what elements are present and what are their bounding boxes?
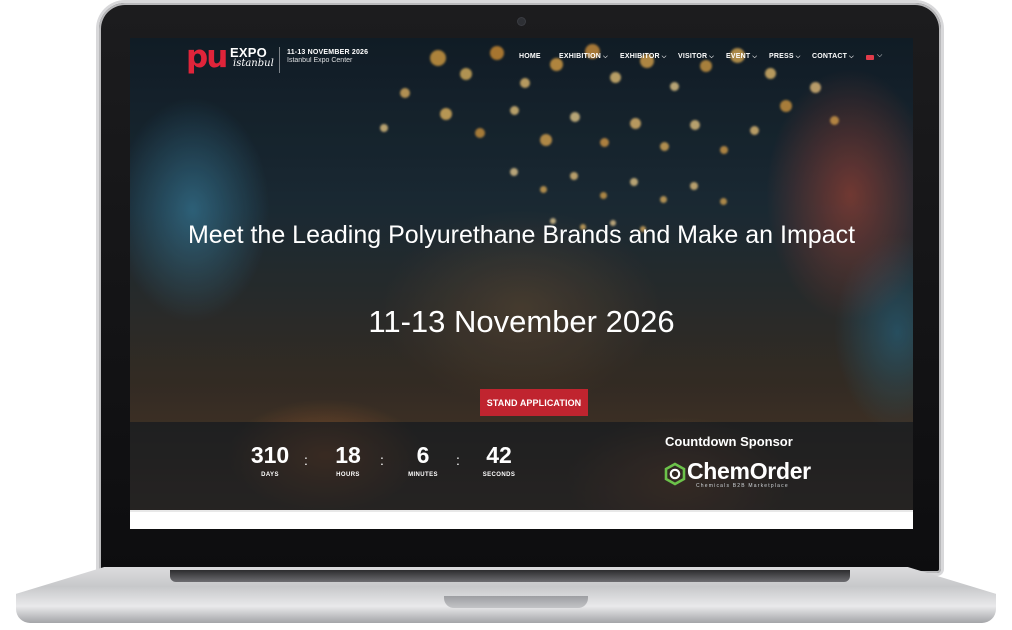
nav-press[interactable]: PRESS ⌵ [769,53,800,61]
flag-icon[interactable] [866,55,874,60]
countdown-days-label: DAYS [261,472,279,478]
countdown-separator: : [456,452,460,468]
nav-home[interactable]: HOME [519,53,541,60]
nav-contact[interactable]: CONTACT ⌵ [812,53,854,61]
countdown-minutes-label: MINUTES [408,472,438,478]
page-content-strip [130,510,913,529]
nav-press-label: PRESS [769,53,794,60]
nav-event-label: EVENT [726,53,751,60]
chevron-down-icon: ⌵ [709,54,715,60]
top-navigation: pu EXPO istanbul 11-13 NOVEMBER 2026 Ist… [130,38,913,78]
countdown-seconds-value: 42 [486,442,512,468]
browser-screen: pu EXPO istanbul 11-13 NOVEMBER 2026 Ist… [130,38,913,529]
sponsor-name: ChemOrder [687,458,811,484]
countdown-days: 310 DAYS [242,442,298,478]
nav-visitor-label: VISITOR [678,53,708,60]
content-divider [130,510,913,512]
countdown-band: 310 DAYS : 18 HOURS : 6 MINUTES : 42 SEC… [130,422,913,510]
laptop-hinge-strip [170,570,850,582]
logo-divider [279,47,280,73]
nav-exhibitor-label: EXHIBITOR [620,53,660,60]
chevron-down-icon[interactable]: ⌵ [877,52,882,60]
nav-exhibition[interactable]: EXHIBITION ⌵ [559,53,608,61]
laptop-open-notch [444,596,588,608]
event-venue: Istanbul Expo Center [287,57,353,64]
hero-headline: Meet the Leading Polyurethane Brands and… [187,221,856,249]
chemorder-hexagon-icon [664,462,686,486]
sponsor-title: Countdown Sponsor [665,434,793,449]
event-dates: 11-13 NOVEMBER 2026 [287,49,369,56]
countdown-minutes-value: 6 [416,442,430,468]
logo-pu-text: pu [186,39,228,75]
stand-application-button[interactable]: STAND APPLICATION [480,389,588,416]
nav-exhibitor[interactable]: EXHIBITOR ⌵ [620,53,667,61]
chevron-down-icon: ⌵ [795,54,801,60]
countdown-separator: : [304,452,308,468]
countdown-days-value: 310 [250,442,290,468]
countdown-seconds: 42 SECONDS [471,442,527,478]
logo-istanbul-text: istanbul [233,58,274,69]
site-logo[interactable]: pu EXPO istanbul [186,39,274,75]
nav-home-label: HOME [519,53,541,60]
sponsor-logo[interactable]: ChemOrder Chemicals B2B Marketplace [663,458,811,492]
nav-contact-label: CONTACT [812,53,848,60]
hero-dates: 11-13 November 2026 [368,304,675,339]
nav-exhibition-label: EXHIBITION [559,53,602,60]
webcam-icon [518,18,525,25]
nav-event[interactable]: EVENT ⌵ [726,53,757,61]
chevron-down-icon: ⌵ [661,54,667,60]
event-date-block: 11-13 NOVEMBER 2026 Istanbul Expo Center [287,49,368,64]
sponsor-tagline: Chemicals B2B Marketplace [696,483,789,489]
countdown-hours-label: HOURS [336,472,360,478]
countdown-hours: 18 HOURS [320,442,376,478]
countdown-separator: : [380,452,384,468]
countdown-seconds-label: SECONDS [482,472,516,478]
countdown-minutes: 6 MINUTES [395,442,451,478]
chevron-down-icon: ⌵ [849,54,854,60]
countdown-hours-value: 18 [335,442,361,468]
chevron-down-icon: ⌵ [603,54,608,60]
nav-visitor[interactable]: VISITOR ⌵ [678,53,714,61]
chevron-down-icon: ⌵ [752,54,758,60]
